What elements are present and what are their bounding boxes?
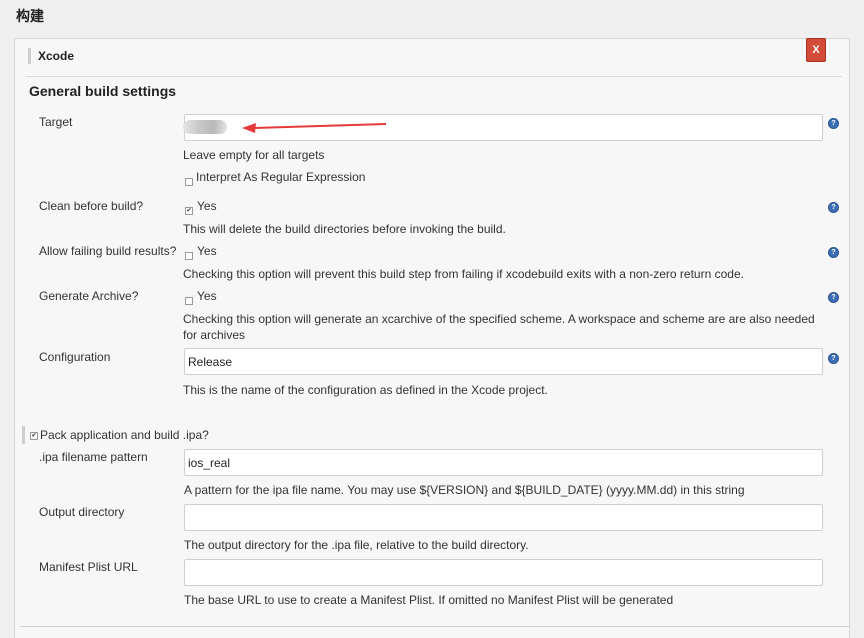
build-step-title: Xcode <box>38 49 75 63</box>
pack-section-grip <box>22 426 25 444</box>
regex-checkbox[interactable] <box>185 178 193 186</box>
regex-label: Interpret As Regular Expression <box>196 170 366 184</box>
archive-label: Generate Archive? <box>39 289 139 303</box>
allow-failing-description: Checking this option will prevent this b… <box>183 267 744 281</box>
output-directory-description: The output directory for the .ipa file, … <box>184 538 529 552</box>
delete-step-button[interactable]: X <box>806 38 826 62</box>
manifest-url-input[interactable] <box>184 559 823 586</box>
archive-help-icon[interactable]: ? <box>828 292 839 303</box>
output-directory-label: Output directory <box>39 505 125 519</box>
header-divider <box>26 76 842 77</box>
general-settings-heading: General build settings <box>29 83 177 99</box>
target-description: Leave empty for all targets <box>183 148 325 162</box>
clean-checkbox[interactable]: ✔ <box>185 207 193 215</box>
ipa-pattern-label: .ipa filename pattern <box>39 450 148 464</box>
archive-description-line1: Checking this option will generate an xc… <box>183 312 815 326</box>
manifest-url-description: The base URL to use to create a Manifest… <box>184 593 674 607</box>
clean-description: This will delete the build directories b… <box>183 222 506 236</box>
manifest-url-label: Manifest Plist URL <box>39 560 138 574</box>
section-title: 构建 <box>16 8 44 24</box>
allow-failing-checkbox[interactable] <box>185 252 193 260</box>
clean-help-icon[interactable]: ? <box>828 202 839 213</box>
ipa-pattern-description: A pattern for the ipa file name. You may… <box>184 483 745 497</box>
allow-failing-option-label: Yes <box>197 244 217 258</box>
archive-option-label: Yes <box>197 289 217 303</box>
configuration-label: Configuration <box>39 350 111 364</box>
arrow-head <box>242 123 256 133</box>
ipa-pattern-input[interactable] <box>184 449 823 476</box>
configuration-input[interactable] <box>184 348 823 375</box>
panel-bottom-divider <box>20 626 850 627</box>
clean-label: Clean before build? <box>39 199 144 213</box>
configuration-description: This is the name of the configuration as… <box>183 383 548 397</box>
allow-failing-help-icon[interactable]: ? <box>828 247 839 258</box>
drag-handle[interactable] <box>28 48 31 64</box>
target-help-icon[interactable]: ? <box>828 118 839 129</box>
archive-description-line2: for archives <box>183 328 246 342</box>
allow-failing-label: Allow failing build results? <box>39 244 177 258</box>
redacted-target-value <box>183 120 227 134</box>
archive-checkbox[interactable] <box>185 297 193 305</box>
pack-checkbox[interactable]: ✔ <box>30 432 38 440</box>
clean-option-label: Yes <box>197 199 217 213</box>
arrow-shaft <box>253 123 387 129</box>
target-label: Target <box>39 115 73 129</box>
output-directory-input[interactable] <box>184 504 823 531</box>
pack-label: Pack application and build .ipa? <box>40 428 209 442</box>
annotation-arrow <box>242 123 387 133</box>
configuration-help-icon[interactable]: ? <box>828 353 839 364</box>
